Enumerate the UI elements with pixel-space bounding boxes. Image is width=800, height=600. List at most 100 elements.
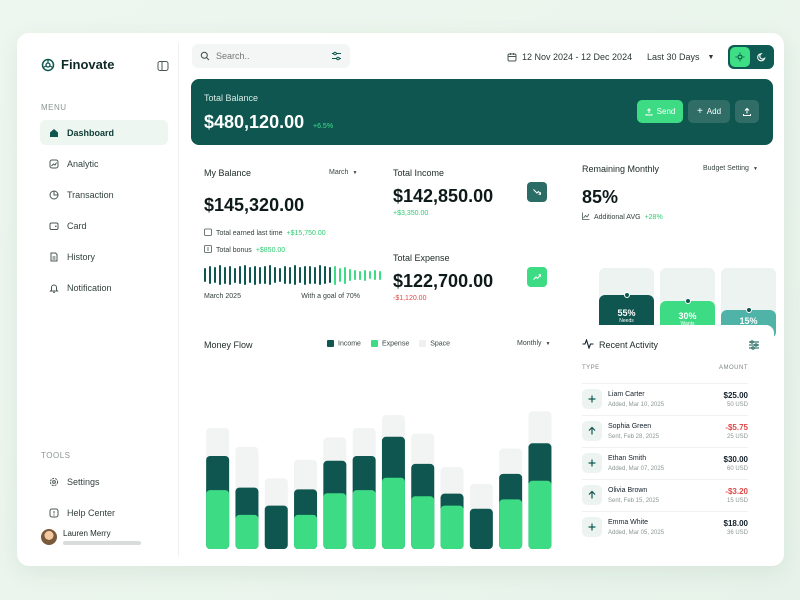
spark-bar xyxy=(339,268,341,282)
activity-row[interactable]: Olivia Brown Sent, Feb 15, 2025 -$3.20 15 U… xyxy=(582,479,748,509)
activity-name: Liam Carter xyxy=(608,391,645,398)
bar-expense xyxy=(381,477,405,549)
spark-bar xyxy=(354,270,356,280)
activity-date: Added, Mar 05, 2025 xyxy=(608,530,665,536)
total-expense-title: Total Expense xyxy=(393,253,450,263)
activity-table-header: TYPE AMOUNT xyxy=(582,365,748,371)
spark-bar xyxy=(349,269,351,281)
caret-down-icon: ▼ xyxy=(352,169,358,176)
chart-icon xyxy=(582,212,590,222)
earned-line: Total earned last time +$15,750.00 xyxy=(204,228,326,238)
sidebar-item-label: Transaction xyxy=(67,189,114,200)
sidebar-item-help-center[interactable]: Help Center xyxy=(40,500,168,525)
trend-down-icon[interactable] xyxy=(527,182,547,202)
activity-row[interactable]: Liam Carter Added, Mar 10, 2025 $25.00 50 U… xyxy=(582,383,748,413)
search-input[interactable] xyxy=(216,51,316,61)
bar-expense xyxy=(235,514,259,549)
logo[interactable]: Finovate xyxy=(41,57,114,72)
spark-bar xyxy=(249,267,251,283)
add-button[interactable]: + Add xyxy=(688,100,730,123)
tools-heading: TOOLS xyxy=(41,451,71,460)
trend-up-icon[interactable] xyxy=(527,267,547,287)
spark-bar xyxy=(319,265,321,285)
gear-icon xyxy=(49,477,59,487)
budget-bar-percent: 55% xyxy=(617,308,636,319)
filter-icon[interactable] xyxy=(331,51,342,61)
budget-bar-label: Needs xyxy=(619,318,634,325)
filter-icon[interactable] xyxy=(748,340,760,350)
activity-currency: 60 USD xyxy=(726,466,748,472)
activity-name: Sophia Green xyxy=(608,423,652,430)
sidebar-item-label: History xyxy=(67,251,96,262)
total-expense-amount: $122,700.00 xyxy=(393,271,494,291)
spark-bar xyxy=(259,266,261,284)
bonus-label: Total bonus xyxy=(216,246,252,254)
spark-bar xyxy=(329,267,331,283)
plus-icon: + xyxy=(696,106,703,117)
bonus-icon xyxy=(204,245,212,255)
bonus-line: Total bonus +$850.00 xyxy=(204,245,285,255)
avg-value: +28% xyxy=(644,213,663,221)
spark-bar xyxy=(214,267,216,283)
budget-bar-marker xyxy=(745,306,752,313)
spark-bar xyxy=(314,266,316,284)
spark-bar xyxy=(279,268,281,282)
bar-expense xyxy=(294,514,318,549)
remaining-monthly-card: Remaining Monthly Budget Setting ▼ 85% A… xyxy=(570,156,776,338)
search-bar[interactable] xyxy=(192,44,350,68)
calendar-icon xyxy=(204,228,212,238)
sidebar-item-notification[interactable]: Notification xyxy=(40,275,168,300)
sidebar-item-analytic[interactable]: Analytic xyxy=(40,151,168,176)
budget-bar-percent: 30% xyxy=(678,311,697,322)
upload-button[interactable] xyxy=(735,100,759,123)
sidebar-toggle-icon[interactable] xyxy=(157,59,169,77)
sun-icon[interactable] xyxy=(730,47,750,67)
caret-down-icon: ▼ xyxy=(707,53,715,61)
balance-sparkbars xyxy=(204,264,381,286)
activity-row[interactable]: Ethan Smith Added, Mar 07, 2025 $30.00 60 U… xyxy=(582,447,748,477)
user-profile[interactable]: Lauren Merry xyxy=(41,529,141,545)
moon-icon[interactable] xyxy=(752,47,772,67)
my-balance-title: My Balance xyxy=(204,168,252,178)
my-balance-card: My Balance March ▼ $145,320.00 Total ear… xyxy=(192,156,381,311)
activity-row[interactable]: Sophia Green Sent, Feb 28, 2025 -$5.75 25 U… xyxy=(582,415,748,445)
spark-bar xyxy=(344,266,346,284)
spark-bar xyxy=(269,265,271,285)
period-dropdown[interactable]: Last 30 Days ▼ xyxy=(639,46,722,68)
bar-expense xyxy=(323,493,347,549)
activity-date: Sent, Feb 28, 2025 xyxy=(608,434,660,440)
spark-bar xyxy=(234,267,236,283)
spark-bar xyxy=(309,266,311,284)
remaining-title: Remaining Monthly xyxy=(582,164,660,174)
spark-bar xyxy=(229,265,231,285)
help-icon xyxy=(49,508,59,518)
col-amount: AMOUNT xyxy=(719,365,748,371)
sidebar: Finovate MENU Dashboard Analytic Transac… xyxy=(29,43,179,556)
spark-bar xyxy=(334,265,336,285)
month-dropdown[interactable]: March ▼ xyxy=(329,169,357,176)
wallet-icon xyxy=(49,221,59,231)
activity-amount: -$5.75 xyxy=(725,423,748,432)
recent-activity-title: Recent Activity xyxy=(599,340,659,350)
earned-label: Total earned last time xyxy=(216,229,283,237)
budget-bar-marker xyxy=(684,297,691,304)
budget-setting-label: Budget Setting xyxy=(703,165,749,172)
sidebar-item-dashboard[interactable]: Dashboard xyxy=(40,120,168,145)
plus-icon xyxy=(582,453,602,473)
spark-bar xyxy=(304,265,306,285)
activity-date: Sent, Feb 15, 2025 xyxy=(608,498,660,504)
theme-toggle[interactable] xyxy=(728,45,774,69)
activity-row[interactable]: Emma White Added, Mar 05, 2025 $18.00 36 US… xyxy=(582,511,748,541)
date-range-picker[interactable]: 12 Nov 2024 - 12 Dec 2024 xyxy=(507,52,632,62)
spark-bar xyxy=(364,269,366,281)
budget-setting-dropdown[interactable]: Budget Setting ▼ xyxy=(703,165,758,172)
send-button[interactable]: Send xyxy=(637,100,683,123)
sidebar-item-history[interactable]: History xyxy=(40,244,168,269)
send-icon xyxy=(645,107,653,115)
sidebar-item-card[interactable]: Card xyxy=(40,213,168,238)
sidebar-item-settings[interactable]: Settings xyxy=(40,469,168,494)
sidebar-item-transaction[interactable]: Transaction xyxy=(40,182,168,207)
arrow-up-icon xyxy=(582,485,602,505)
sidebar-item-label: Settings xyxy=(67,476,100,487)
menu-heading: MENU xyxy=(41,103,67,112)
